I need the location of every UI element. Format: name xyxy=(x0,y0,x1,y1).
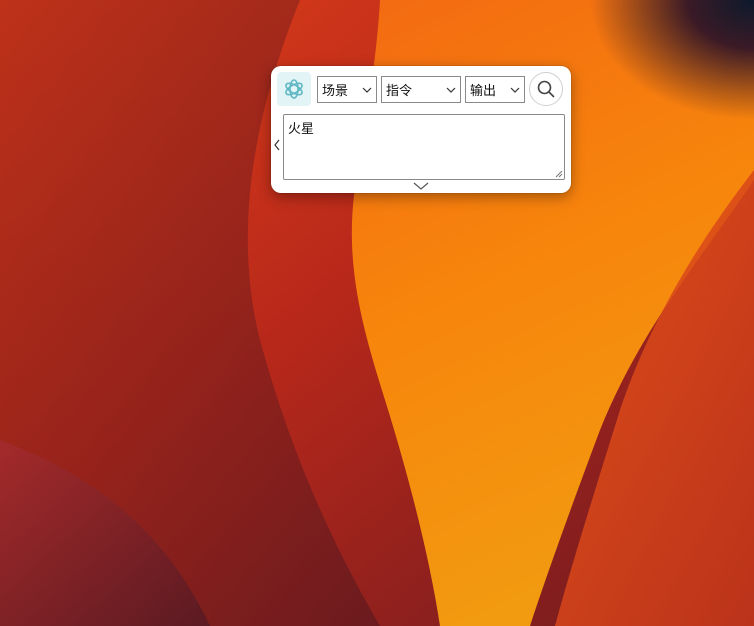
prompt-textarea[interactable]: 火星 xyxy=(283,114,565,180)
resize-grip-icon[interactable] xyxy=(555,170,563,178)
assistant-widget: 场景 指令 输出 火星 xyxy=(271,66,571,193)
command-select[interactable]: 指令 xyxy=(381,76,461,103)
chevron-left-icon[interactable] xyxy=(272,138,282,152)
output-select[interactable]: 输出 xyxy=(465,76,525,103)
scene-select[interactable]: 场景 xyxy=(317,76,377,103)
chevron-down-icon xyxy=(362,87,372,93)
openai-logo-icon[interactable] xyxy=(277,72,311,106)
desktop: 场景 指令 输出 火星 xyxy=(0,0,754,626)
command-select-value: 指令 xyxy=(386,84,413,99)
search-button[interactable] xyxy=(529,72,563,106)
chevron-down-icon xyxy=(446,87,456,93)
output-select-value: 输出 xyxy=(470,84,497,99)
search-icon xyxy=(537,80,555,98)
scene-select-value: 场景 xyxy=(322,84,349,99)
chevron-down-icon[interactable] xyxy=(412,181,430,191)
prompt-text: 火星 xyxy=(288,122,315,137)
chevron-down-icon xyxy=(510,87,520,93)
